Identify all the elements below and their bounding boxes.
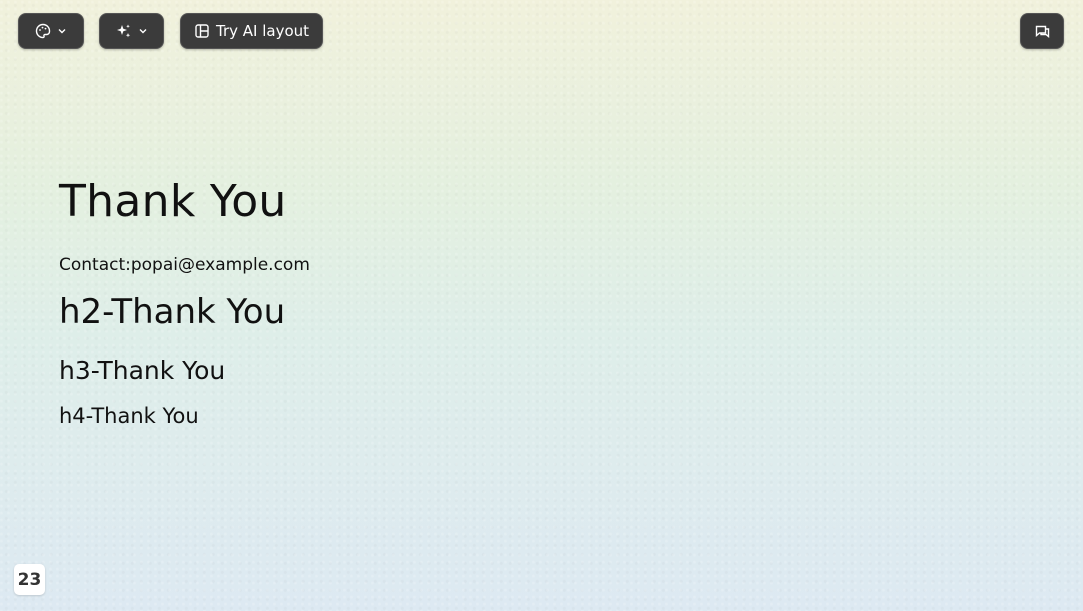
ai-dropdown-button[interactable] (99, 13, 164, 49)
chevron-down-icon (138, 26, 148, 36)
layout-icon (194, 23, 210, 39)
contact-text: Contact:popai@example.com (59, 255, 310, 275)
palette-icon (35, 23, 51, 39)
heading-h2: h2-Thank You (59, 292, 286, 332)
comments-button[interactable] (1020, 13, 1064, 49)
theme-dropdown-button[interactable] (18, 13, 84, 49)
sparkles-icon (115, 23, 132, 40)
heading-h3: h3-Thank You (59, 356, 226, 385)
slide-title: Thank You (59, 176, 287, 227)
heading-h4: h4-Thank You (59, 404, 199, 428)
try-ai-layout-button[interactable]: Try AI layout (180, 13, 323, 49)
chevron-down-icon (57, 26, 67, 36)
page-number-badge: 23 (14, 564, 45, 595)
try-ai-layout-label: Try AI layout (215, 22, 310, 40)
comments-icon (1034, 23, 1051, 40)
